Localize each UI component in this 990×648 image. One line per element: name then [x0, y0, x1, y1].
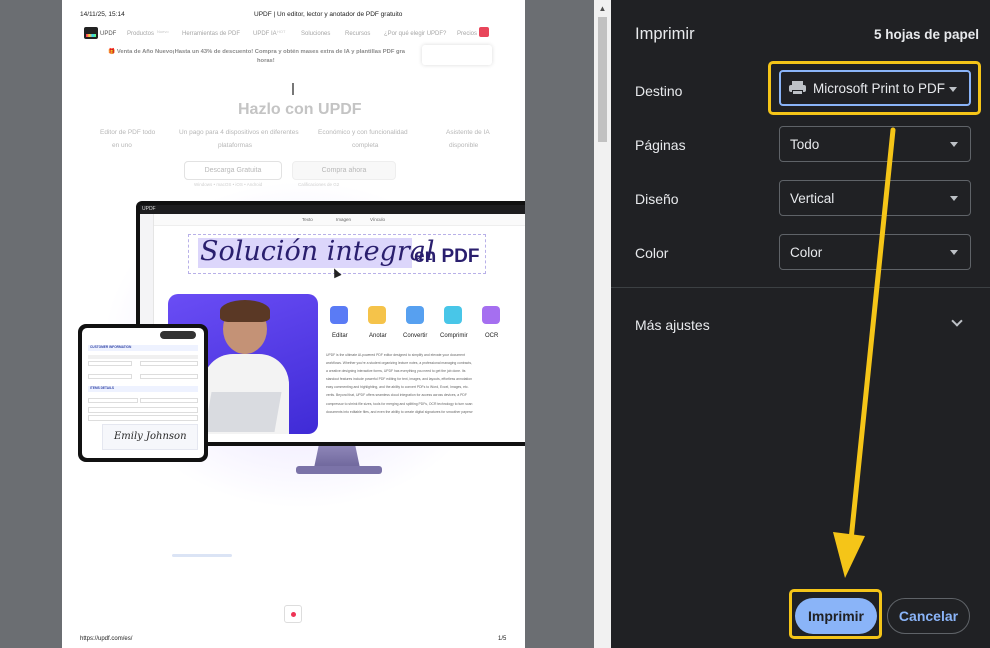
- tool-label-comprimir: Comprimir: [440, 333, 468, 339]
- print-footer-url: https://updf.com/es/: [80, 636, 133, 642]
- cancel-button[interactable]: Cancelar: [887, 598, 970, 634]
- tablet-mockup: CUSTOMER INFORMATION ITEMS DETAILS Emily…: [78, 324, 208, 462]
- feature-3-line2: completa: [352, 142, 379, 149]
- print-settings-panel: Imprimir 5 hojas de papel Destino Micros…: [611, 0, 990, 648]
- buy-button: Compra ahora: [292, 161, 396, 180]
- feature-1-line1: Editor de PDF todo: [100, 129, 156, 136]
- feature-1-line2: en uno: [112, 142, 132, 149]
- tool-label-convertir: Convertir: [403, 333, 428, 339]
- promo-banner-line1: 🎁 Venta de Año Nuevo¡Hasta un 43% de des…: [108, 49, 406, 55]
- doc-body-text: UPDF is the ultimate AI-powered PDF edit…: [326, 353, 473, 414]
- nav-badge-hot: HOT: [277, 29, 286, 34]
- print-button[interactable]: Imprimir: [795, 598, 877, 634]
- chat-widget-icon: [284, 605, 302, 623]
- scrollbar-thumb[interactable]: [598, 17, 607, 142]
- tool-label-anotar: Anotar: [369, 333, 387, 339]
- monitor-stand: [314, 446, 360, 468]
- tool-label-editar: Editar: [332, 333, 348, 339]
- nav-precios: Precios: [457, 31, 478, 37]
- tool-label-ocr: OCR: [485, 333, 499, 339]
- print-header-title: UPDF | Un editor, lector y anotador de P…: [254, 11, 403, 18]
- site-logo: [84, 27, 98, 39]
- print-preview-area: 14/11/25, 15:14 UPDF | Un editor, lector…: [0, 0, 611, 648]
- print-footer-page: 1/5: [498, 636, 507, 642]
- convert-tool-icon: [406, 306, 424, 324]
- banner-close-box: [422, 45, 492, 65]
- promo-banner-line2: horas!: [257, 58, 275, 64]
- text-cursor: [292, 83, 294, 95]
- preview-scrollbar[interactable]: ▲: [594, 0, 611, 648]
- scroll-hint-bar: [172, 554, 232, 557]
- feature-2-line1: Un pago para 4 dispositivos en diferente…: [179, 129, 299, 136]
- hero-title: Hazlo con UPDF: [238, 101, 362, 118]
- nav-herramientas: Herramientas de PDF: [182, 31, 241, 37]
- annotate-tool-icon: [368, 306, 386, 324]
- app-name: UPDF: [142, 206, 156, 212]
- toolbar-tab-texto: Texto: [302, 217, 313, 222]
- scroll-up-arrow-icon[interactable]: ▲: [594, 0, 611, 17]
- ocr-tool-icon: [482, 306, 500, 324]
- feature-4-line2: disponible: [449, 142, 479, 149]
- nav-badge-nuevo: Nuevo: [157, 29, 169, 34]
- toolbar-tab-vinculo: Vínculo: [370, 217, 386, 222]
- feature-3-line1: Económico y con funcionalidad: [318, 129, 408, 136]
- compress-tool-icon: [444, 306, 462, 324]
- download-button: Descarga Gratuita: [184, 161, 282, 180]
- nav-recursos: Recursos: [345, 31, 371, 37]
- nav-productos: Productos: [127, 31, 155, 37]
- gift-icon: [479, 27, 489, 37]
- nav-por-que: ¿Por qué elegir UPDF?: [384, 31, 447, 37]
- nav-updf-ia: UPDF IA: [253, 31, 277, 37]
- monitor-base: [296, 466, 382, 474]
- feature-2-line2: plataformas: [218, 142, 252, 149]
- edit-tool-icon: [330, 306, 348, 324]
- nav-soluciones: Soluciones: [301, 31, 331, 37]
- doc-title-plain: en PDF: [414, 246, 480, 267]
- signature: Emily Johnson: [114, 431, 187, 442]
- feature-4-line1: Asistente de IA: [446, 129, 490, 136]
- toolbar-tab-imagen: Imagen: [336, 217, 352, 222]
- form-section: ITEMS DETAILS: [90, 386, 115, 390]
- site-brand: UPDF: [100, 31, 117, 37]
- form-title: CUSTOMER INFORMATION: [90, 345, 132, 349]
- print-header-date: 14/11/25, 15:14: [80, 11, 125, 18]
- annotation-arrow: [833, 127, 896, 578]
- preview-page: 14/11/25, 15:14 UPDF | Un editor, lector…: [62, 0, 525, 648]
- doc-title-script: Solución integral: [200, 236, 435, 267]
